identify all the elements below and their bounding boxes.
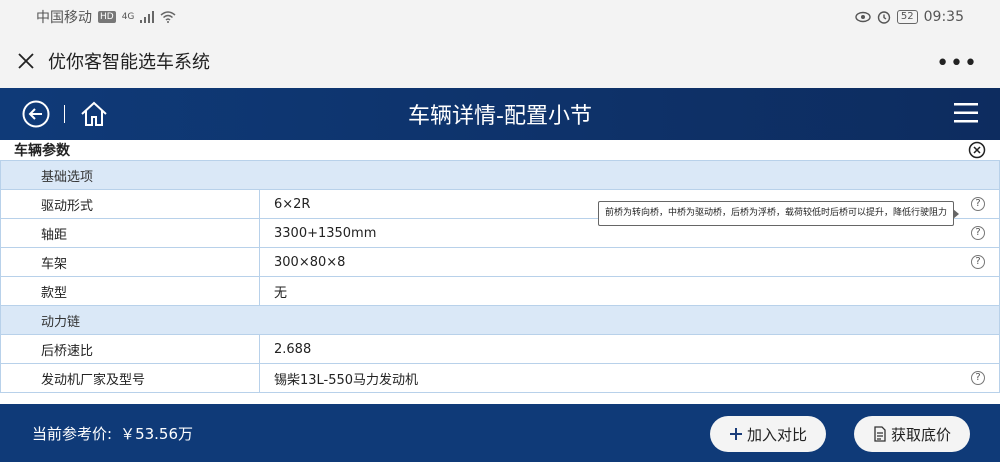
param-value-cell: 锡柴13L-550马力发动机 ? (259, 363, 1000, 393)
section-header: 车辆参数 (0, 140, 1000, 160)
group-row: 动力链 (0, 305, 1000, 335)
network-type: 4G (121, 11, 135, 22)
status-left: 中国移动 HD 4G (36, 7, 176, 27)
params-table: 基础选项 驱动形式 6×2R ? 轴距 3300+1350mm ? 车架 300… (0, 160, 1000, 393)
param-label: 驱动形式 (0, 189, 260, 219)
param-value-cell: 300×80×8 ? (259, 247, 1000, 277)
header-divider (64, 105, 65, 123)
param-value: 无 (274, 285, 288, 301)
param-label: 款型 (0, 276, 260, 306)
battery-indicator: 52 (896, 9, 918, 24)
app-title: 优你客智能选车系统 (48, 51, 210, 73)
help-tooltip: 前桥为转向桥，中桥为驱动桥，后桥为浮桥，载荷较低时后桥可以提升，降低行驶阻力 (598, 201, 960, 226)
hd-badge: HD (98, 10, 116, 23)
section-title: 车辆参数 (14, 143, 70, 159)
add-to-compare-label: 加入对比 (746, 425, 807, 444)
help-icon[interactable]: ? (971, 371, 985, 385)
plus-icon (729, 428, 742, 440)
param-value: 2.688 (274, 341, 312, 357)
param-label: 轴距 (0, 218, 260, 248)
get-price-label: 获取底价 (890, 425, 951, 444)
close-icon[interactable] (16, 51, 36, 71)
help-icon[interactable]: ? (971, 226, 985, 240)
group-row: 基础选项 (0, 160, 1000, 190)
browser-titlebar: 优你客智能选车系统 ••• (0, 33, 1000, 88)
param-label: 车架 (0, 247, 260, 277)
bottom-bar: 当前参考价: ￥53.56万 加入对比 获取底价 (0, 404, 1000, 462)
document-icon (874, 426, 886, 442)
eye-icon (855, 11, 871, 22)
carrier-name: 中国移动 (36, 9, 92, 26)
param-value: 锡柴13L-550马力发动机 (274, 372, 419, 388)
get-price-button[interactable]: 获取底价 (854, 416, 970, 452)
more-options-icon[interactable]: ••• (936, 51, 978, 76)
page-title: 车辆详情-配置小节 (408, 104, 592, 129)
menu-icon[interactable] (954, 102, 978, 124)
param-value: 6×2R (274, 196, 311, 212)
param-value: 300×80×8 (274, 254, 346, 270)
help-icon[interactable]: ? (971, 255, 985, 269)
wifi-icon (160, 10, 176, 23)
table-row: 后桥速比 2.688 (0, 334, 1000, 364)
app-header: 车辆详情-配置小节 (0, 88, 1000, 140)
signal-icon (140, 10, 155, 23)
param-value: 3300+1350mm (274, 225, 377, 241)
table-row: 款型 无 (0, 276, 1000, 306)
add-to-compare-button[interactable]: 加入对比 (710, 416, 826, 452)
close-circle-icon[interactable] (968, 141, 986, 159)
clock: 09:35 (923, 8, 964, 25)
table-row: 车架 300×80×8 ? (0, 247, 1000, 277)
param-value-cell: 2.688 (259, 334, 1000, 364)
status-bar: 中国移动 HD 4G 52 09:35 (0, 0, 1000, 33)
param-value-cell: 无 (259, 276, 1000, 306)
home-icon[interactable] (79, 99, 109, 129)
param-label: 后桥速比 (0, 334, 260, 364)
group-label: 基础选项 (0, 160, 1000, 190)
price-value: ￥53.56万 (120, 424, 194, 443)
alarm-icon (877, 10, 891, 24)
status-right: 52 09:35 (855, 9, 964, 25)
table-row: 发动机厂家及型号 锡柴13L-550马力发动机 ? (0, 363, 1000, 393)
group-label: 动力链 (0, 305, 1000, 335)
param-label: 发动机厂家及型号 (0, 363, 260, 393)
help-icon[interactable]: ? (971, 197, 985, 211)
price-label: 当前参考价: (32, 424, 113, 443)
back-arrow-icon[interactable] (22, 100, 50, 128)
